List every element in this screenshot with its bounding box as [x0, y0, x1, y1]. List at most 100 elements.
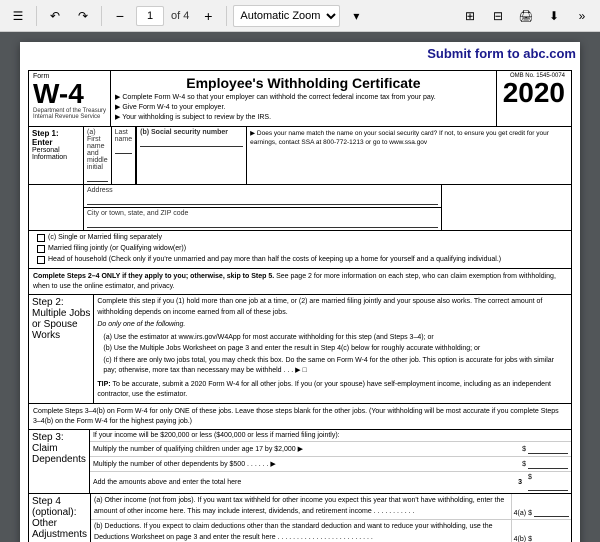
step2-or: or Spouse [32, 319, 90, 330]
zoom-in-button[interactable]: + [196, 4, 220, 28]
first-name-input[interactable] [87, 172, 108, 182]
form-id-label: W-4 [33, 80, 106, 108]
step2-intro: Complete this step if you (1) hold more … [97, 297, 568, 318]
step3-name: Claim [32, 443, 86, 454]
step2-tip-text: To be accurate, submit a 2020 Form W-4 f… [97, 381, 551, 399]
page-total: of 4 [171, 10, 189, 22]
form-header: Form W-4 Department of the Treasury Inte… [28, 70, 572, 127]
step3-row1-text: Multiply the number of qualifying childr… [93, 445, 518, 453]
zoom-select[interactable]: Automatic Zoom Actual Size Page Fit 100% [233, 5, 340, 27]
separator [36, 6, 37, 26]
form-instructions: ▶ Complete Form W-4 so that your employe… [115, 93, 492, 122]
step4a-row-label: 4(a) [514, 510, 526, 517]
step2-works: Works [32, 330, 90, 341]
forward-button[interactable]: ↷ [71, 4, 95, 28]
form-main-title: Employee's Withholding Certificate [115, 75, 492, 91]
step1-fields: (a) First name and middle initial Last n… [84, 127, 571, 184]
last-name-input[interactable] [115, 144, 133, 154]
step4a-row: (a) Other income (not from jobs). If you… [91, 494, 571, 520]
cb3-checkbox[interactable] [37, 256, 45, 264]
step3-row3-text: Add the amounts above and enter the tota… [93, 479, 514, 486]
address-label: Address [87, 187, 438, 194]
step4a-input[interactable] [534, 509, 569, 517]
complete-steps-note: Complete Steps 2–4 ONLY if they apply to… [28, 269, 572, 296]
step4b-row: (b) Deductions. If you expect to claim d… [91, 520, 571, 542]
step3-other-input[interactable] [528, 459, 568, 469]
step3-sub: Dependents [32, 454, 86, 465]
step4-sub: Adjustments [32, 529, 87, 540]
complete-steps-strong: Complete Steps 2–4 ONLY if they apply to… [33, 273, 274, 280]
city-label: City or town, state, and ZIP code [87, 210, 438, 217]
cb1-label: (c) Single or Married filing separately [48, 233, 162, 243]
spread-even-button[interactable]: ⊟ [486, 4, 510, 28]
step4-row: Step 4 (optional): Other Adjustments (a)… [28, 494, 572, 542]
step4b-text: (b) Deductions. If you expect to claim d… [91, 520, 511, 542]
step4a-input-area: 4(a) $ [511, 494, 571, 519]
back-button[interactable]: ↶ [43, 4, 67, 28]
submit-banner: Submit form to abc.com [427, 46, 576, 61]
form-title-area: Employee's Withholding Certificate ▶ Com… [111, 71, 497, 126]
step4-label: Step 4 (optional): Other Adjustments [29, 494, 91, 542]
more-tools-button[interactable]: » [570, 4, 594, 28]
irs-label: Internal Revenue Service [33, 114, 106, 120]
step3-other-row: Multiply the number of other dependents … [90, 457, 571, 472]
step2-number: Step 2: [32, 297, 90, 308]
spread-odd-button[interactable]: ⊞ [458, 4, 482, 28]
instruction-1: ▶ Complete Form W-4 so that your employe… [115, 94, 436, 101]
name-row: (a) First name and middle initial Last n… [84, 127, 571, 184]
cb2-item: Married filing jointly (or Qualifying wi… [37, 244, 568, 254]
document-page: Submit form to abc.com Form W-4 Departme… [20, 42, 580, 542]
step2-content: Complete this step if you (1) hold more … [94, 295, 571, 403]
step4-number: Step 4 [32, 496, 87, 507]
step3-total-input: $ [528, 474, 568, 491]
form-id-box: Form W-4 Department of the Treasury Inte… [29, 71, 111, 126]
zoom-dropdown-button[interactable]: ▾ [344, 4, 368, 28]
address-ssn-spacer [441, 185, 571, 230]
step2-name: Multiple Jobs [32, 308, 90, 319]
first-name-label: (a) First name and middle initial [87, 129, 108, 171]
download-button[interactable]: ⬇ [542, 4, 566, 28]
address-row: Address City or town, state, and ZIP cod… [28, 185, 572, 231]
step2-a: (a) Use the estimator at www.irs.gov/W4A… [97, 333, 568, 344]
cb3-label: Head of household (Check only if you're … [48, 255, 501, 265]
first-name-cell: (a) First name and middle initial [84, 127, 112, 184]
step3-total-row: Add the amounts above and enter the tota… [90, 472, 571, 493]
address-fields: Address City or town, state, and ZIP cod… [84, 185, 441, 230]
print-button[interactable]: 🖨 [514, 4, 538, 28]
year-label: 2020 [503, 79, 565, 107]
cb1-checkbox[interactable] [37, 234, 45, 242]
step2-label: Step 2: Multiple Jobs or Spouse Works [29, 295, 94, 403]
step1-name: Enter [32, 138, 80, 147]
pdf-viewer: Submit form to abc.com Form W-4 Departme… [0, 32, 600, 542]
zoom-out-button[interactable]: − [108, 4, 132, 28]
step4-optional: (optional): [32, 507, 87, 518]
dollar-sign-4a: $ [528, 510, 532, 517]
step2-b: (b) Use the Multiple Jobs Worksheet on p… [97, 344, 568, 355]
tip-label: TIP: [97, 381, 112, 388]
step1-label: Step 1: Enter Personal Information [29, 127, 84, 184]
dollar-sign-1: $ [522, 446, 526, 453]
step2-do-only: Do only one of the following. [97, 320, 568, 331]
step3-children-input[interactable] [528, 444, 568, 454]
step4a-text: (a) Other income (not from jobs). If you… [91, 494, 511, 519]
step3-total-box[interactable] [528, 481, 568, 491]
last-name-label: Last name [115, 129, 133, 143]
step4b-input[interactable] [534, 535, 569, 542]
city-input[interactable] [87, 218, 438, 228]
step3-intro: If your income will be $200,000 or less … [90, 430, 571, 442]
step3-label: Step 3: Claim Dependents [29, 430, 90, 493]
separator [226, 6, 227, 26]
ssn-input[interactable] [140, 137, 243, 147]
separator [101, 6, 102, 26]
cb2-checkbox[interactable] [37, 245, 45, 253]
step1-number: Step 1: [32, 129, 80, 138]
instruction-2: ▶ Give Form W-4 to your employer. [115, 104, 225, 111]
step4-content: (a) Other income (not from jobs). If you… [91, 494, 571, 542]
step3-row2-input: $ [522, 459, 568, 469]
page-number-input[interactable]: 1 [136, 6, 164, 26]
address-field: Address [84, 185, 441, 208]
step3-row1-input: $ [522, 444, 568, 454]
toggle-sidebar-button[interactable]: ☰ [6, 4, 30, 28]
step3-row: Step 3: Claim Dependents If your income … [28, 430, 572, 494]
address-input[interactable] [87, 195, 438, 205]
